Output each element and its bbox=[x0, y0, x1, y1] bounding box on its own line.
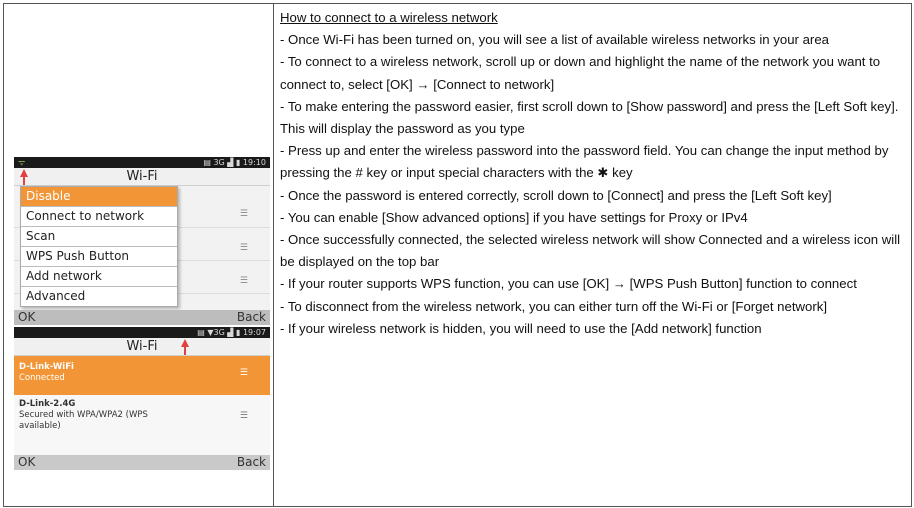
menu-item-wps[interactable]: WPS Push Button bbox=[21, 246, 177, 266]
arrow-stem bbox=[23, 176, 25, 185]
network-status: Connected bbox=[19, 373, 65, 383]
network-item[interactable]: D-Link-2.4G Secured with WPA/WPA2 (WPS a… bbox=[14, 399, 270, 432]
status-bar: ᯤ ▤ 3G ▟ ▮ 19:10 bbox=[14, 157, 270, 168]
screenshot-column: ᯤ ▤ 3G ▟ ▮ 19:10 Wi-Fi PS ☰ ☰ ☰ Disable … bbox=[4, 4, 273, 506]
arrow-stem bbox=[184, 346, 186, 355]
status-indicators: ▤ ▼3G ▟ ▮ 19:07 bbox=[197, 328, 266, 337]
instruction-line: - To connect to a wireless network, scro… bbox=[280, 54, 881, 92]
menu-item-scan[interactable]: Scan bbox=[21, 226, 177, 246]
instructions-column: How to connect to a wireless network - O… bbox=[280, 7, 912, 340]
app-title: Wi-Fi bbox=[126, 339, 158, 354]
back-soft-key[interactable]: Back bbox=[237, 455, 266, 470]
network-name: D-Link-2.4G bbox=[19, 399, 76, 409]
instruction-line: - Once Wi-Fi has been turned on, you wil… bbox=[280, 32, 829, 48]
phone-screen-connected: ▤ ▼3G ▟ ▮ 19:07 Wi-Fi D-Link-WiFi Connec… bbox=[14, 327, 270, 470]
instruction-line: - If your wireless network is hidden, yo… bbox=[280, 320, 762, 336]
instruction-line: - To make entering the password easier, … bbox=[280, 98, 899, 137]
ok-soft-key[interactable]: OK bbox=[18, 310, 35, 325]
menu-item-disable[interactable]: Disable bbox=[21, 187, 177, 206]
instruction-line: - Once successfully connected, the selec… bbox=[280, 232, 901, 270]
ok-soft-key[interactable]: OK bbox=[18, 455, 35, 470]
app-title-bar: Wi-Fi bbox=[14, 168, 270, 186]
wifi-signal-icon: ☰ bbox=[239, 411, 248, 421]
menu-item-add-network[interactable]: Add network bbox=[21, 266, 177, 286]
wifi-signal-icon: ☰ bbox=[239, 243, 248, 253]
instructions-heading: How to connect to a wireless network bbox=[280, 10, 498, 25]
instruction-line: - To disconnect from the wireless networ… bbox=[280, 298, 828, 314]
document-table: ᯤ ▤ 3G ▟ ▮ 19:10 Wi-Fi PS ☰ ☰ ☰ Disable … bbox=[3, 3, 912, 507]
wifi-status-icon: ᯤ bbox=[18, 158, 26, 167]
status-bar: ▤ ▼3G ▟ ▮ 19:07 bbox=[14, 327, 270, 338]
network-status: Secured with WPA/WPA2 (WPS available) bbox=[19, 410, 148, 431]
menu-item-advanced[interactable]: Advanced bbox=[21, 286, 177, 306]
wifi-signal-icon: ☰ bbox=[239, 368, 248, 378]
options-menu: Disable Connect to network Scan WPS Push… bbox=[20, 186, 178, 307]
wifi-signal-icon: ☰ bbox=[239, 276, 248, 286]
status-indicators: ▤ 3G ▟ ▮ 19:10 bbox=[203, 158, 266, 167]
app-title: Wi-Fi bbox=[126, 169, 158, 184]
instruction-line: - Once the password is entered correctly… bbox=[280, 187, 832, 203]
soft-key-bar: OK Back bbox=[14, 310, 270, 325]
phone-screen-menu: ᯤ ▤ 3G ▟ ▮ 19:10 Wi-Fi PS ☰ ☰ ☰ Disable … bbox=[14, 157, 270, 325]
soft-key-bar: OK Back bbox=[14, 455, 270, 470]
back-soft-key[interactable]: Back bbox=[237, 310, 266, 325]
instruction-line: - Press up and enter the wireless passwo… bbox=[280, 143, 889, 181]
menu-item-connect[interactable]: Connect to network bbox=[21, 206, 177, 226]
instruction-line: - If your router supports WPS function, … bbox=[280, 276, 857, 292]
column-divider bbox=[273, 4, 274, 506]
network-name: D-Link-WiFi bbox=[19, 362, 74, 372]
wifi-signal-icon: ☰ bbox=[239, 209, 248, 219]
instruction-line: - You can enable [Show advanced options]… bbox=[280, 209, 748, 225]
app-title-bar: Wi-Fi bbox=[14, 338, 270, 356]
network-item-connected[interactable]: D-Link-WiFi Connected ☰ bbox=[14, 356, 270, 395]
